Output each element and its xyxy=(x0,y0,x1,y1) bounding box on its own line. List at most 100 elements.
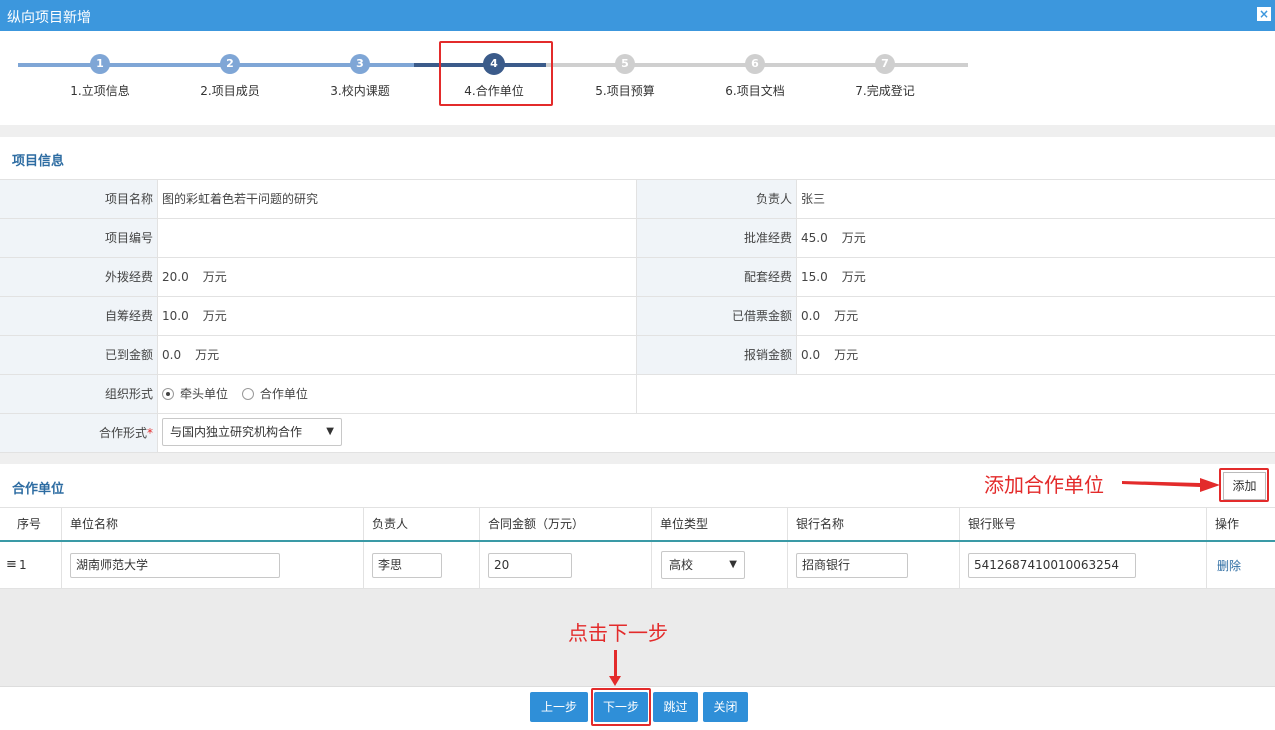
chevron-down-icon: ▼ xyxy=(326,426,334,437)
skip-button[interactable]: 跳过 xyxy=(653,692,698,722)
project-name-label: 项目名称 xyxy=(0,180,158,218)
external-fund-amount: 20.0 xyxy=(162,270,189,284)
bank-name-input[interactable]: 招商银行 xyxy=(796,553,908,578)
unit-type-value: 高校 xyxy=(669,558,694,572)
radio-lead-unit[interactable] xyxy=(162,388,174,400)
close-icon[interactable]: × xyxy=(1257,7,1271,21)
info-row: 项目编号 批准经费 45.0 万元 xyxy=(0,219,1275,258)
coop-form-label: 合作形式* xyxy=(0,414,158,452)
project-info-title: 项目信息 xyxy=(12,154,65,169)
received-amount-label: 已到金额 xyxy=(0,336,158,374)
org-form-options: 牵头单位 合作单位 xyxy=(158,375,636,413)
row-index-cell: ≡ 1 xyxy=(0,542,62,588)
step-label: 2.项目成员 xyxy=(200,84,260,98)
leader-label: 负责人 xyxy=(637,180,797,218)
reimbursed-amount-label: 报销金额 xyxy=(637,336,797,374)
info-row: 合作形式* 与国内独立研究机构合作 ▼ xyxy=(0,414,1275,453)
add-button-highlight xyxy=(1219,468,1269,502)
col-unit-type: 单位类型 xyxy=(652,508,788,540)
unit-text: 万元 xyxy=(834,309,859,323)
partner-table-header: 序号 单位名称 负责人 合同金额（万元） 单位类型 银行名称 银行账号 操作 xyxy=(0,508,1275,542)
borrowed-amount-value: 0.0 万元 xyxy=(797,297,1275,335)
step-label: 1.立项信息 xyxy=(70,84,130,98)
required-mark: * xyxy=(147,426,153,440)
window-title: 纵向项目新增 xyxy=(7,10,91,26)
received-amount-value: 0.0 万元 xyxy=(158,336,636,374)
info-row: 外拨经费 20.0 万元 配套经费 15.0 万元 xyxy=(0,258,1275,297)
column-divider xyxy=(636,375,637,413)
info-row: 自筹经费 10.0 万元 已借票金额 0.0 万元 xyxy=(0,297,1275,336)
info-row: 已到金额 0.0 万元 报销金额 0.0 万元 xyxy=(0,336,1275,375)
section-divider xyxy=(0,453,1275,464)
col-unit-name: 单位名称 xyxy=(62,508,364,540)
approved-fund-amount: 45.0 xyxy=(801,231,828,245)
step-number: 6 xyxy=(745,54,765,74)
delete-row-link[interactable]: 删除 xyxy=(1217,557,1241,574)
self-fund-label: 自筹经费 xyxy=(0,297,158,335)
wizard-stepper: 1 1.立项信息 2 2.项目成员 3 3.校内课题 4 4.合作单位 5 5.… xyxy=(0,31,1275,125)
amount-cell: 20 xyxy=(480,542,652,588)
project-info-table: 项目名称 图的彩虹着色若干问题的研究 负责人 张三 项目编号 批准经费 45.0… xyxy=(0,179,1275,453)
step-number: 3 xyxy=(350,54,370,74)
radio-partner-unit-label: 合作单位 xyxy=(259,387,308,401)
unit-text: 万元 xyxy=(202,309,227,323)
col-leader: 负责人 xyxy=(364,508,480,540)
info-row: 组织形式 牵头单位 合作单位 xyxy=(0,375,1275,414)
self-fund-amount: 10.0 xyxy=(162,309,189,323)
col-amount: 合同金额（万元） xyxy=(480,508,652,540)
coop-form-label-text: 合作形式 xyxy=(98,426,147,440)
project-name-value: 图的彩虹着色若干问题的研究 xyxy=(162,192,319,206)
radio-lead-unit-label: 牵头单位 xyxy=(180,387,229,401)
col-index: 序号 xyxy=(0,508,62,540)
org-form-label: 组织形式 xyxy=(0,375,158,413)
col-action: 操作 xyxy=(1215,517,1240,531)
step-label: 7.完成登记 xyxy=(855,84,915,98)
amount-input[interactable]: 20 xyxy=(488,553,572,578)
bank-account-cell: 5412687410010063254 xyxy=(960,542,1207,588)
external-fund-label: 外拨经费 xyxy=(0,258,158,296)
unit-name-input[interactable]: 湖南师范大学 xyxy=(70,553,280,578)
window-titlebar: 纵向项目新增 × xyxy=(0,0,1275,31)
coop-form-select-value: 与国内独立研究机构合作 xyxy=(170,425,303,439)
self-fund-value: 10.0 万元 xyxy=(158,297,636,335)
step-number: 7 xyxy=(875,54,895,74)
matching-fund-value: 15.0 万元 xyxy=(797,258,1275,296)
table-row: ≡ 1 湖南师范大学 李思 20 高校 ▼ 招商银行 5412687410010… xyxy=(0,542,1275,589)
borrowed-amount: 0.0 xyxy=(801,309,821,323)
leader-value: 张三 xyxy=(801,192,826,206)
next-step-annotation: 点击下一步 xyxy=(568,621,668,645)
leader-cell: 李思 xyxy=(364,542,480,588)
unit-type-cell: 高校 ▼ xyxy=(652,542,788,588)
col-bank-name: 银行名称 xyxy=(788,508,960,540)
unit-text: 万元 xyxy=(195,348,220,362)
bank-account-input[interactable]: 5412687410010063254 xyxy=(968,553,1136,578)
unit-type-select[interactable]: 高校 ▼ xyxy=(661,551,745,579)
external-fund-value: 20.0 万元 xyxy=(158,258,636,296)
received-amount: 0.0 xyxy=(162,348,182,362)
step-label: 6.项目文档 xyxy=(725,84,785,98)
prev-step-button[interactable]: 上一步 xyxy=(530,692,588,722)
matching-fund-amount: 15.0 xyxy=(801,270,828,284)
radio-partner-unit[interactable] xyxy=(241,388,254,400)
step-number: 5 xyxy=(615,54,635,74)
unit-text: 万元 xyxy=(202,270,227,284)
step-number: 2 xyxy=(220,54,240,74)
info-row: 项目名称 图的彩虹着色若干问题的研究 负责人 张三 xyxy=(0,180,1275,219)
next-button-highlight xyxy=(591,688,651,726)
close-button[interactable]: 关闭 xyxy=(703,692,748,722)
borrowed-amount-label: 已借票金额 xyxy=(637,297,797,335)
approved-fund-label: 批准经费 xyxy=(637,219,797,257)
col-bank-account: 银行账号 xyxy=(960,508,1207,540)
step-number: 1 xyxy=(90,54,110,74)
drag-handle-icon[interactable]: ≡ xyxy=(6,557,17,572)
annotation-arrow-head-icon xyxy=(609,676,621,686)
add-partner-annotation: 添加合作单位 xyxy=(984,473,1104,497)
reimbursed-amount-value: 0.0 万元 xyxy=(797,336,1275,374)
project-code-label: 项目编号 xyxy=(0,219,158,257)
action-cell: 删除 xyxy=(1207,542,1275,588)
unit-text: 万元 xyxy=(834,348,859,362)
unit-text: 万元 xyxy=(841,270,866,284)
reimbursed-amount: 0.0 xyxy=(801,348,821,362)
coop-form-select[interactable]: 与国内独立研究机构合作 ▼ xyxy=(162,418,342,446)
leader-input[interactable]: 李思 xyxy=(372,553,442,578)
